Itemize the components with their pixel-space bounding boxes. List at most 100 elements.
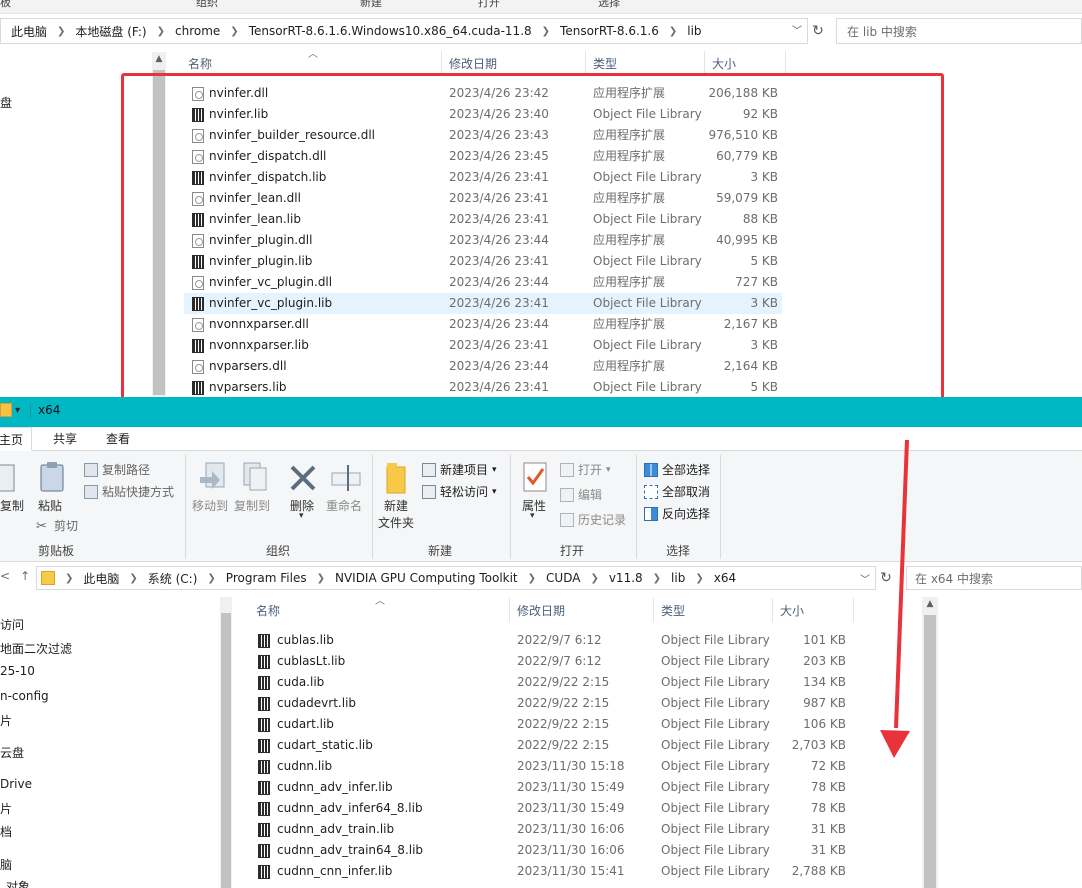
- top-search-input[interactable]: 在 lib 中搜索: [836, 18, 1082, 44]
- crumb-nvidia-toolkit[interactable]: NVIDIA GPU Computing Toolkit: [335, 571, 518, 585]
- crumb-local-disk[interactable]: 本地磁盘 (F:): [75, 23, 146, 40]
- crumb-lib[interactable]: lib: [671, 571, 685, 585]
- file-row[interactable]: cudart_static.lib 2022/9/22 2:15 Object Fi…: [252, 735, 852, 756]
- chevron-right-icon[interactable]: ❯: [695, 573, 703, 584]
- scroll-thumb[interactable]: [221, 613, 231, 888]
- nav-item-quick-access[interactable]: 访问: [0, 616, 24, 633]
- file-row[interactable]: cudnn_adv_infer.lib 2023/11/30 15:49 Objec…: [252, 777, 852, 798]
- chevron-right-icon[interactable]: ❯: [157, 26, 165, 37]
- bottom-address-bar[interactable]: ❯ 此电脑 ❯ 系统 (C:) ❯ Program Files ❯ NVIDIA…: [36, 566, 876, 590]
- chevron-right-icon[interactable]: ❯: [65, 573, 73, 584]
- crumb-program-files[interactable]: Program Files: [226, 571, 307, 585]
- nav-item-cloud[interactable]: 云盘: [0, 744, 24, 761]
- file-row[interactable]: cudnn_adv_train.lib 2023/11/30 16:06 Objec…: [252, 819, 852, 840]
- new-folder-button[interactable]: 新建: [384, 497, 408, 514]
- crumb-cuda[interactable]: CUDA: [546, 571, 580, 585]
- file-row[interactable]: cudadevrt.lib 2022/9/22 2:15 Object File L…: [252, 693, 852, 714]
- scroll-up-icon[interactable]: ▲: [152, 54, 166, 64]
- chevron-right-icon[interactable]: ❯: [528, 573, 536, 584]
- chevron-right-icon[interactable]: ❯: [129, 573, 137, 584]
- nav-scrollbar[interactable]: [220, 597, 232, 888]
- tab-home[interactable]: 主页: [0, 427, 33, 451]
- top-address-bar[interactable]: 此电脑 ❯ 本地磁盘 (F:) ❯ chrome ❯ TensorRT-8.6.…: [0, 18, 808, 44]
- paste-shortcut-button[interactable]: 粘贴快捷方式: [84, 483, 174, 500]
- delete-dropdown-icon[interactable]: ▾: [299, 511, 304, 521]
- edit-button[interactable]: 编辑: [560, 486, 602, 503]
- crumb-this-pc[interactable]: 此电脑: [11, 23, 47, 40]
- select-none-button[interactable]: 全部取消: [644, 483, 710, 500]
- chevron-right-icon[interactable]: ❯: [653, 573, 661, 584]
- crumb-tensorrt[interactable]: TensorRT-8.6.1.6: [560, 24, 659, 38]
- move-to-button[interactable]: 移动到: [192, 497, 228, 514]
- history-button[interactable]: 历史记录: [560, 511, 626, 528]
- file-row[interactable]: cudnn_adv_infer64_8.lib 2023/11/30 15:49 O…: [252, 798, 852, 819]
- chevron-right-icon[interactable]: ❯: [669, 26, 677, 37]
- crumb-x64[interactable]: x64: [714, 571, 736, 585]
- crumb-chrome[interactable]: chrome: [175, 24, 220, 38]
- new-item-button[interactable]: 新建项目 ▾: [422, 461, 497, 478]
- column-header-type[interactable]: 类型: [655, 598, 773, 622]
- nav-item-4[interactable]: n-config: [0, 689, 49, 703]
- crumb-v11-8[interactable]: v11.8: [609, 571, 643, 585]
- window-title-bar[interactable]: ▾ x64: [0, 397, 1082, 427]
- properties-dropdown-icon[interactable]: ▾: [530, 511, 535, 521]
- nav-item-documents[interactable]: 档: [0, 823, 12, 840]
- file-row[interactable]: cudart.lib 2022/9/22 2:15 Object File Libr…: [252, 714, 852, 735]
- file-row[interactable]: cudnn.lib 2023/11/30 15:18 Object File Lib…: [252, 756, 852, 777]
- chevron-right-icon[interactable]: ❯: [207, 573, 215, 584]
- copy-button[interactable]: 复制: [0, 497, 24, 514]
- file-size: 2,788 KB: [791, 864, 846, 878]
- copy-to-button[interactable]: 复制到: [234, 497, 270, 514]
- chevron-right-icon[interactable]: ❯: [57, 26, 65, 37]
- file-list-scrollbar[interactable]: ▲: [922, 597, 938, 888]
- chevron-right-icon[interactable]: ❯: [542, 26, 550, 37]
- nav-item-3[interactable]: 25-10: [0, 664, 35, 678]
- nav-item-5[interactable]: 片: [0, 712, 12, 729]
- new-folder-label-2[interactable]: 文件夹: [378, 514, 414, 531]
- scroll-up-icon[interactable]: ▲: [922, 599, 938, 609]
- chevron-right-icon[interactable]: ❯: [230, 26, 238, 37]
- bottom-search-input[interactable]: 在 x64 中搜索: [906, 566, 1082, 590]
- column-header-name[interactable]: 名称: [182, 51, 442, 75]
- file-row[interactable]: cublas.lib 2022/9/7 6:12 Object File Libra…: [252, 630, 852, 651]
- column-header-date[interactable]: 修改日期: [511, 598, 654, 622]
- up-arrow-icon[interactable]: < ↑: [0, 569, 30, 583]
- column-header-size[interactable]: 大小: [706, 51, 786, 75]
- invert-selection-button[interactable]: 反向选择: [644, 505, 710, 522]
- address-dropdown-icon[interactable]: ﹀: [792, 22, 802, 37]
- open-button[interactable]: 打开 ▾: [560, 461, 611, 478]
- column-header-date[interactable]: 修改日期: [443, 51, 586, 75]
- select-all-button[interactable]: 全部选择: [644, 461, 710, 478]
- rename-button[interactable]: 重命名: [326, 497, 362, 514]
- crumb-system-c[interactable]: 系统 (C:): [148, 570, 198, 587]
- paste-button[interactable]: 粘贴: [38, 497, 62, 514]
- scroll-thumb[interactable]: [924, 615, 936, 888]
- file-row[interactable]: cublasLt.lib 2022/9/7 6:12 Object File Lib…: [252, 651, 852, 672]
- nav-item-2[interactable]: 地面二次过滤: [0, 640, 72, 657]
- tab-view[interactable]: 查看: [106, 427, 130, 451]
- file-row[interactable]: cudnn_cnn_infer.lib 2023/11/30 15:41 Objec…: [252, 861, 852, 882]
- cut-button[interactable]: ✂ 剪切: [36, 517, 78, 534]
- address-dropdown-icon[interactable]: ﹀: [860, 571, 870, 586]
- chevron-right-icon[interactable]: ❯: [590, 573, 598, 584]
- column-header-size[interactable]: 大小: [774, 598, 854, 622]
- crumb-lib[interactable]: lib: [687, 24, 701, 38]
- column-header-type[interactable]: 类型: [587, 51, 705, 75]
- crumb-tensorrt-root[interactable]: TensorRT-8.6.1.6.Windows10.x86_64.cuda-1…: [249, 24, 532, 38]
- crumb-this-pc[interactable]: 此电脑: [83, 570, 119, 587]
- top-ribbon-fragment: 板 组织 新建 打开 选择: [0, 0, 1082, 14]
- quick-access-dropdown-icon[interactable]: ▾: [15, 405, 20, 416]
- nav-item-fragment[interactable]: 盘: [0, 94, 12, 111]
- refresh-icon[interactable]: ↻: [808, 18, 828, 44]
- chevron-right-icon[interactable]: ❯: [317, 573, 325, 584]
- column-header-name[interactable]: 名称: [250, 598, 510, 622]
- file-row[interactable]: cudnn_adv_train64_8.lib 2023/11/30 16:06 O…: [252, 840, 852, 861]
- tab-share[interactable]: 共享: [53, 427, 77, 451]
- easy-access-button[interactable]: 轻松访问 ▾: [422, 483, 497, 500]
- nav-item-pictures[interactable]: 片: [0, 800, 12, 817]
- copy-path-button[interactable]: 复制路径: [84, 461, 150, 478]
- file-row[interactable]: cuda.lib 2022/9/22 2:15 Object File Librar…: [252, 672, 852, 693]
- nav-item-onedrive[interactable]: Drive: [0, 777, 32, 791]
- nav-item-3d-objects[interactable]: 对象: [6, 878, 30, 888]
- nav-item-this-pc[interactable]: 脑: [0, 856, 12, 873]
